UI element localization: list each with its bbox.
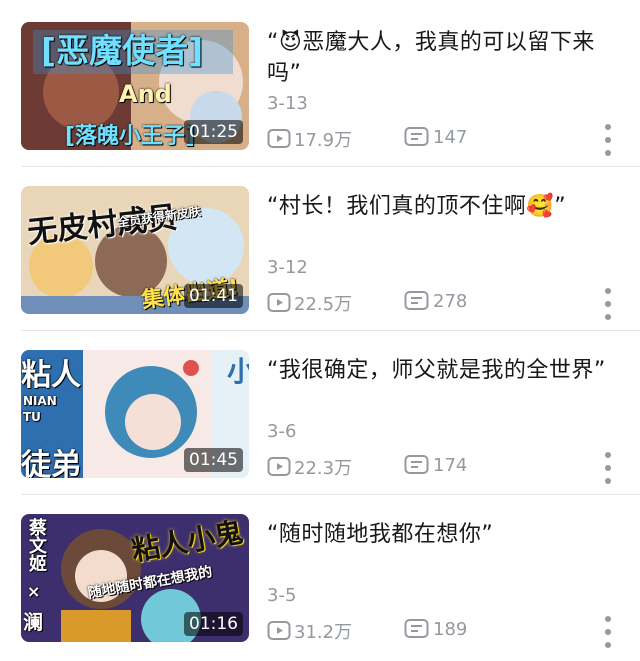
danmaku-icon bbox=[404, 127, 429, 146]
video-list-item[interactable]: 蔡文姬 × 澜 粘人小鬼 随地随时都在想我的 01:16 “随时随地我都在想你”… bbox=[0, 492, 640, 656]
thumbnail-caption: 小 bbox=[227, 355, 249, 388]
publish-date: 3-13 bbox=[267, 93, 308, 114]
thumbnail-caption: × bbox=[27, 582, 41, 601]
thumbnail-caption: 徒弟 bbox=[21, 448, 81, 478]
view-count: 31.2万 bbox=[267, 618, 352, 644]
thumbnail-caption: TU bbox=[23, 410, 41, 424]
publish-date: 3-6 bbox=[267, 421, 297, 442]
publish-date: 3-5 bbox=[267, 585, 297, 606]
thumbnail-caption: 澜 bbox=[23, 610, 43, 634]
video-title-text: “村长！我们真的顶不住啊🥰” bbox=[267, 194, 567, 219]
view-count-text: 22.3万 bbox=[294, 458, 353, 479]
more-vertical-icon[interactable] bbox=[602, 288, 614, 322]
video-duration: 01:25 bbox=[184, 120, 243, 144]
thumbnail-caption: [恶魔使者] bbox=[41, 31, 204, 70]
comment-count-text: 174 bbox=[433, 454, 468, 476]
view-count-text: 22.5万 bbox=[294, 294, 353, 315]
video-title[interactable]: “😈恶魔大人，我真的可以留下来吗” bbox=[267, 27, 607, 89]
video-thumbnail[interactable]: [恶魔使者] And [落魄小王子] 01:25 bbox=[21, 22, 249, 150]
comment-count: 147 bbox=[404, 126, 467, 148]
video-list-item[interactable]: [恶魔使者] And [落魄小王子] 01:25 “😈恶魔大人，我真的可以留下来… bbox=[0, 0, 640, 167]
thumbnail-caption: NIAN bbox=[23, 394, 57, 408]
view-count: 17.9万 bbox=[267, 126, 352, 152]
view-count: 22.5万 bbox=[267, 290, 352, 316]
video-list-item[interactable]: 粘人 NIAN TU 徒弟 小 01:45 “我很确定，师父就是我的全世界” 3… bbox=[0, 328, 640, 495]
play-count-icon bbox=[267, 293, 291, 312]
video-title-text: “😈恶魔大人，我真的可以留下来吗” bbox=[267, 30, 595, 86]
danmaku-icon bbox=[404, 291, 429, 310]
danmaku-icon bbox=[404, 619, 429, 638]
play-count-icon bbox=[267, 129, 291, 148]
view-count-text: 17.9万 bbox=[294, 130, 353, 151]
comment-count-text: 189 bbox=[433, 618, 468, 640]
video-duration: 01:41 bbox=[184, 284, 243, 308]
view-count-text: 31.2万 bbox=[294, 622, 353, 643]
video-duration: 01:16 bbox=[184, 612, 243, 636]
video-title[interactable]: “村长！我们真的顶不住啊🥰” bbox=[267, 191, 607, 222]
video-list-item[interactable]: 无皮村成员 全员获得新皮肤 集体出道! 01:41 “村长！我们真的顶不住啊🥰”… bbox=[0, 164, 640, 331]
thumbnail-caption: 粘人 bbox=[21, 358, 81, 393]
view-count: 22.3万 bbox=[267, 454, 352, 480]
video-title[interactable]: “我很确定，师父就是我的全世界” bbox=[267, 355, 607, 386]
comment-count-text: 147 bbox=[433, 126, 468, 148]
video-thumbnail[interactable]: 蔡文姬 × 澜 粘人小鬼 随地随时都在想我的 01:16 bbox=[21, 514, 249, 642]
thumbnail-caption: And bbox=[119, 80, 172, 108]
video-thumbnail[interactable]: 粘人 NIAN TU 徒弟 小 01:45 bbox=[21, 350, 249, 478]
video-title[interactable]: “随时随地我都在想你” bbox=[267, 519, 607, 550]
thumbnail-caption: 蔡文姬 bbox=[26, 518, 47, 572]
danmaku-icon bbox=[404, 455, 429, 474]
more-vertical-icon[interactable] bbox=[602, 452, 614, 486]
video-duration: 01:45 bbox=[184, 448, 243, 472]
thumbnail-caption: [落魄小王子] bbox=[65, 124, 196, 149]
comment-count: 278 bbox=[404, 290, 467, 312]
comment-count-text: 278 bbox=[433, 290, 468, 312]
comment-count: 189 bbox=[404, 618, 467, 640]
play-count-icon bbox=[267, 457, 291, 476]
comment-count: 174 bbox=[404, 454, 467, 476]
more-vertical-icon[interactable] bbox=[602, 616, 614, 650]
video-title-text: “随时随地我都在想你” bbox=[267, 522, 494, 547]
video-title-text: “我很确定，师父就是我的全世界” bbox=[267, 358, 606, 383]
more-vertical-icon[interactable] bbox=[602, 124, 614, 158]
publish-date: 3-12 bbox=[267, 257, 308, 278]
play-count-icon bbox=[267, 621, 291, 640]
video-thumbnail[interactable]: 无皮村成员 全员获得新皮肤 集体出道! 01:41 bbox=[21, 186, 249, 314]
